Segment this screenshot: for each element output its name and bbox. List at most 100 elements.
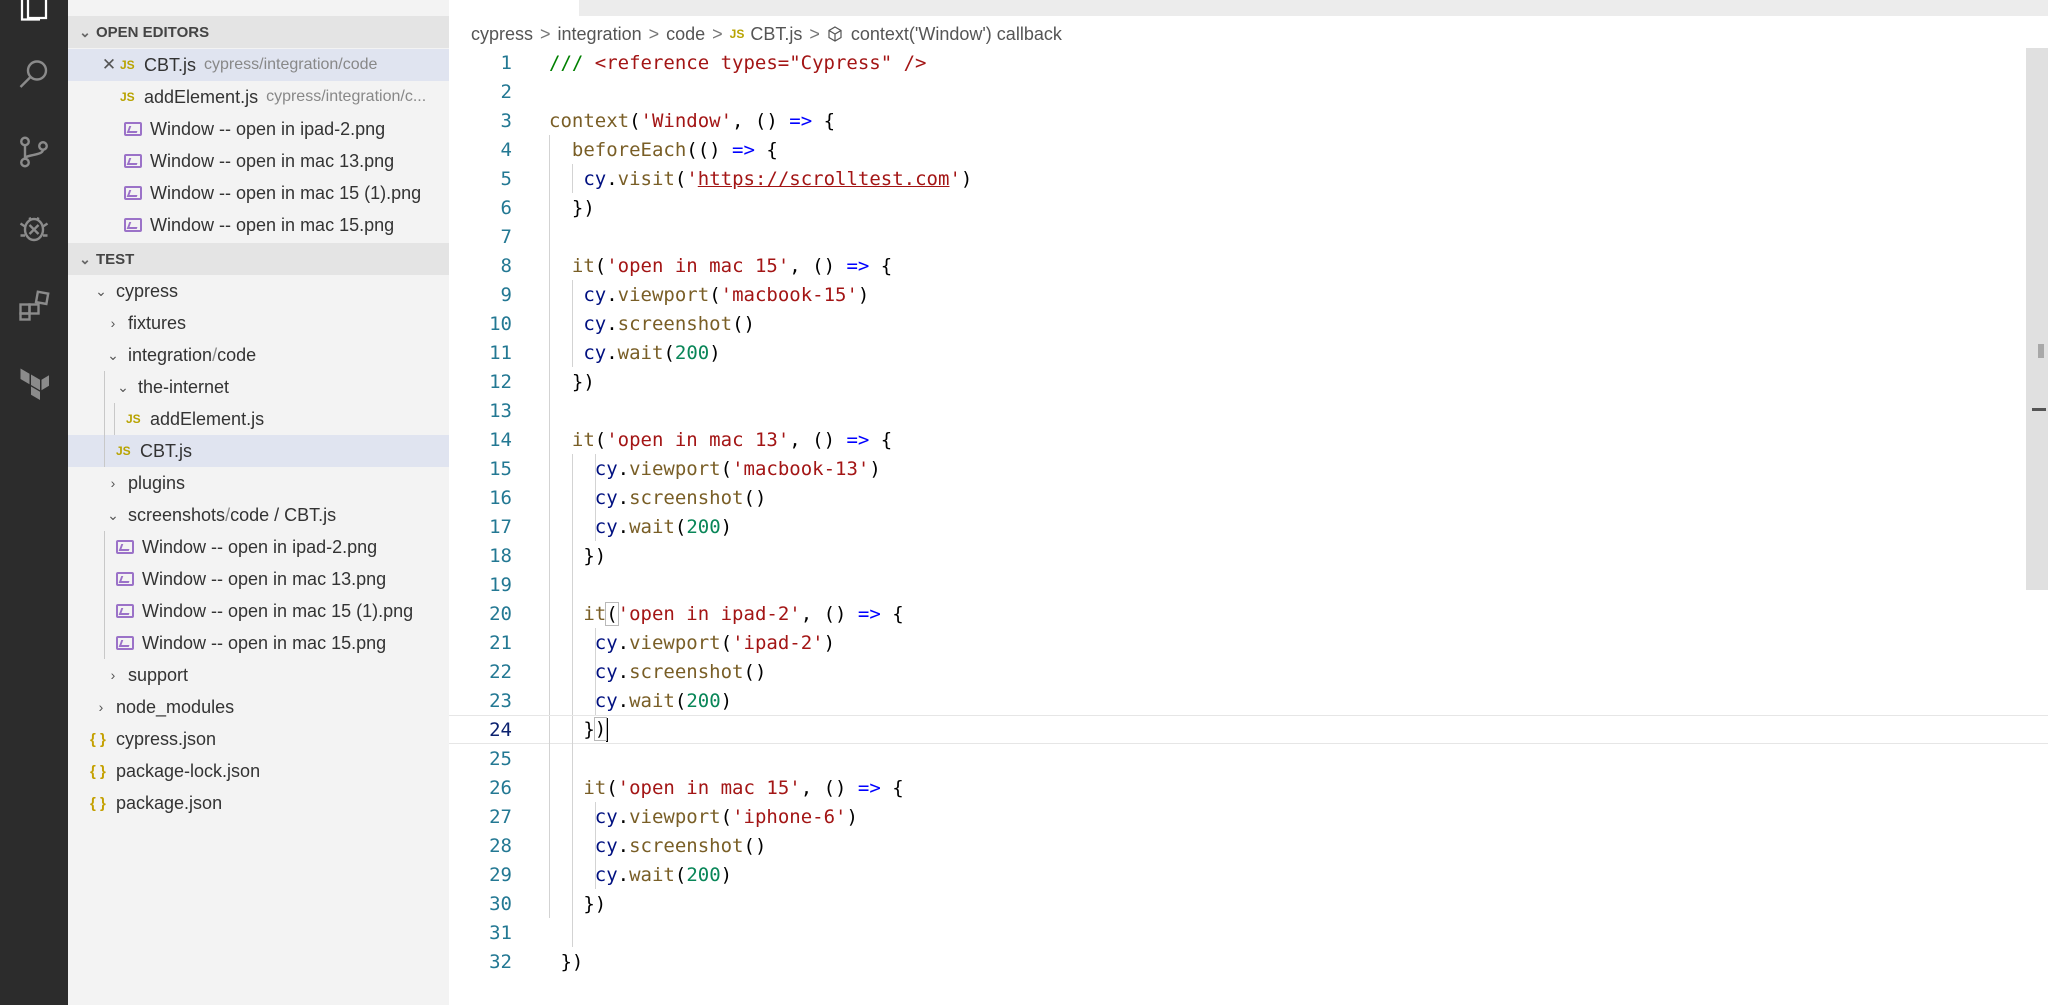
open-editor-item[interactable]: Window -- open in mac 15.png [68,209,449,241]
editor-vertical-scrollbar[interactable] [2026,48,2048,590]
tree-item-label: Window -- open in mac 15 (1).png [142,600,414,621]
line-text: it('open in mac 13', () => { [571,428,893,451]
line-number: 18 [489,544,512,567]
tree-file-image[interactable]: Window -- open in ipad-2.png [68,531,449,563]
open-editor-item[interactable]: JS addElement.js cypress/integration/c..… [68,81,449,113]
tree-folder-fixtures[interactable]: › fixtures [68,307,449,339]
tree-folder-screenshots[interactable]: ⌄ screenshots / code / CBT.js [68,499,449,531]
image-file-icon [116,572,134,586]
code-line: 23 cy.wait(200) [449,686,2048,715]
tree-folder-the-internet[interactable]: ⌄ the-internet [68,371,449,403]
tree-file-json[interactable]: { } package.json [68,787,449,819]
breadcrumb-item[interactable]: code [666,24,705,45]
chevron-right-icon: › [110,315,116,331]
js-file-icon: JS [116,444,131,458]
js-file-icon: JS [120,90,135,104]
open-editor-item[interactable]: ✕ JS CBT.js cypress/integration/code [68,49,449,81]
chevron-down-icon: ⌄ [117,378,129,395]
tree-item-label: cypress [116,280,179,301]
search-icon[interactable] [14,55,54,95]
breadcrumb-sep: > [540,23,551,44]
line-number: 19 [489,573,512,596]
image-file-icon [124,122,142,136]
open-editor-item[interactable]: Window -- open in ipad-2.png [68,113,449,145]
breadcrumb-item[interactable]: cypress [471,24,533,45]
tree-item-label: integration [128,344,213,365]
tree-file-image[interactable]: Window -- open in mac 15.png [68,627,449,659]
open-editor-item[interactable]: Window -- open in mac 15 (1).png [68,177,449,209]
tree-folder-node-modules[interactable]: › node_modules [68,691,449,723]
image-file-icon [124,186,142,200]
code-line: 1 /// <reference types="Cypress" /> [449,48,2048,77]
code-line: 32 }) [449,947,2048,976]
line-number: 10 [489,312,512,335]
open-editor-name: Window -- open in mac 15 (1).png [150,182,422,203]
tree-item-label: cypress.json [116,728,217,749]
line-number: 14 [489,428,512,451]
line-number: 31 [489,921,512,944]
chevron-down-icon: ⌄ [107,346,119,363]
code-line: 20 it('open in ipad-2', () => { [449,599,2048,628]
tree-file-image[interactable]: Window -- open in mac 15 (1).png [68,595,449,627]
tree-item-label: node_modules [116,696,235,717]
tree-file-image[interactable]: Window -- open in mac 13.png [68,563,449,595]
close-icon[interactable]: ✕ [98,55,120,75]
breadcrumb-symbol[interactable]: context('Window') callback [851,24,1062,45]
tree-item-label: package-lock.json [116,760,261,781]
line-text: cy.screenshot() [594,834,767,857]
code-line: 4 beforeEach(() => { [449,135,2048,164]
tree-file-cbt[interactable]: JS CBT.js [68,435,449,467]
chevron-down-icon: ⌄ [79,250,91,267]
tree-file-addelement[interactable]: JS addElement.js [68,403,449,435]
line-text: cy.wait(200) [583,341,721,364]
line-number: 17 [489,515,512,538]
image-file-icon [124,218,142,232]
breadcrumb-item[interactable]: integration [558,24,642,45]
code-line: 2 [449,77,2048,106]
line-number: 13 [489,399,512,422]
debug-icon[interactable] [14,208,54,248]
scrollbar-cursor-marker [2032,408,2046,411]
code-line: 8 it('open in mac 15', () => { [449,251,2048,280]
open-editor-path: cypress/integration/c... [266,88,427,105]
line-number: 27 [489,805,512,828]
tree-folder-plugins[interactable]: › plugins [68,467,449,499]
js-file-icon: JS [729,27,745,41]
tree-file-json[interactable]: { } cypress.json [68,723,449,755]
tree-file-json[interactable]: { } package-lock.json [68,755,449,787]
chevron-down-icon: ⌄ [79,23,91,40]
code-line: 22 cy.screenshot() [449,657,2048,686]
workspace-header[interactable]: ⌄ TEST [68,243,449,275]
code-line: 11 cy.wait(200) [449,338,2048,367]
line-number: 8 [500,254,512,277]
explorer-icon[interactable] [14,0,54,26]
line-number: 11 [489,341,512,364]
tree-folder-integration[interactable]: ⌄ integration / code [68,339,449,371]
line-number: 25 [489,747,512,770]
line-text: cy.screenshot() [594,486,767,509]
image-file-icon [124,154,142,168]
line-text: cy.wait(200) [594,689,733,712]
terraform-icon[interactable] [14,362,54,402]
breadcrumb: cypress > integration > code > JS CBT.js… [471,21,1062,47]
tree-item-label: CBT.js [140,440,193,461]
open-editor-item[interactable]: Window -- open in mac 13.png [68,145,449,177]
line-text: }) [549,370,595,393]
open-editor-name: addElement.js [144,86,259,107]
tab-cbt[interactable] [449,0,579,16]
tree-item-label: fixtures [128,312,187,333]
line-number: 3 [500,109,512,132]
image-file-icon [116,636,134,650]
code-line: 27 cy.viewport('iphone-6') [449,802,2048,831]
extensions-icon[interactable] [14,286,54,326]
line-text: it('open in mac 15', () => { [571,254,893,277]
tree-folder-support[interactable]: › support [68,659,449,691]
breadcrumb-file[interactable]: CBT.js [750,24,802,45]
line-text: beforeEach(() => { [571,138,778,161]
code-line: 26 it('open in mac 15', () => { [449,773,2048,802]
code-line: 9 cy.viewport('macbook-15') [449,280,2048,309]
open-editors-header[interactable]: ⌄ OPEN EDITORS [68,16,449,48]
source-control-icon[interactable] [14,132,54,172]
tree-item-label: Window -- open in ipad-2.png [142,536,378,557]
tree-folder-cypress[interactable]: ⌄ cypress [68,275,449,307]
